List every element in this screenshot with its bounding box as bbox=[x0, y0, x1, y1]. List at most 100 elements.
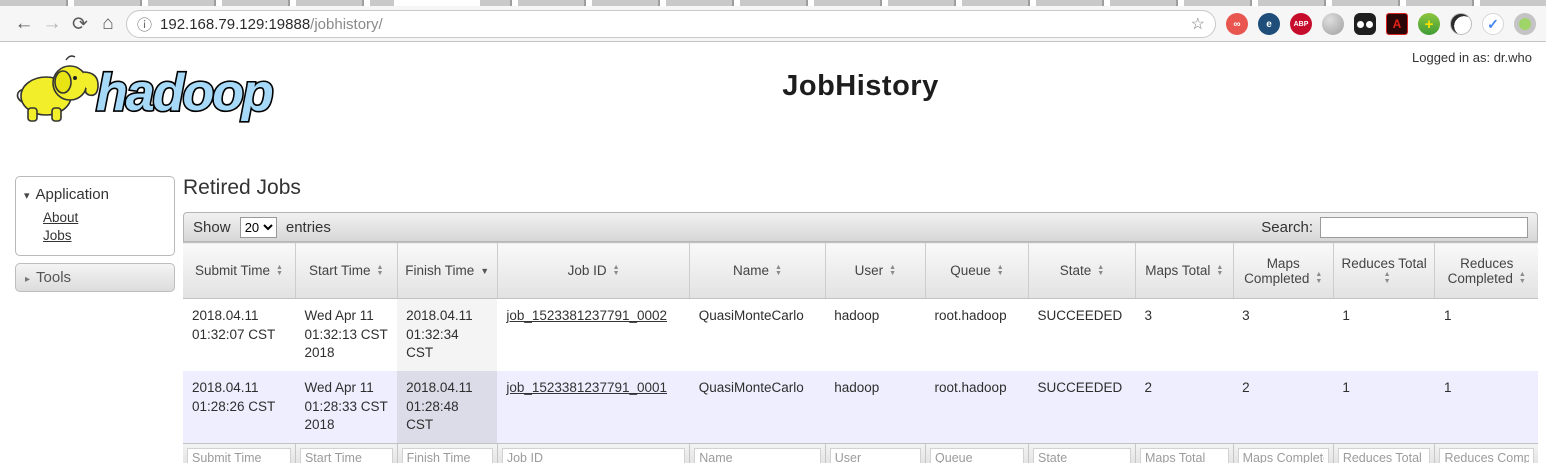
adobe-acrobat-icon[interactable]: A bbox=[1386, 13, 1408, 35]
list-item: Jobs bbox=[43, 227, 174, 245]
sort-desc-icon: ▼ bbox=[480, 267, 489, 276]
info-icon[interactable]: ⓘ bbox=[137, 14, 152, 35]
green-plus-icon[interactable]: + bbox=[1418, 13, 1440, 35]
list-item: About bbox=[43, 209, 174, 227]
gray-sphere-icon[interactable] bbox=[1322, 13, 1344, 35]
column-header-state[interactable]: State▲▼ bbox=[1028, 243, 1135, 299]
profile-avatar-icon[interactable] bbox=[1514, 13, 1536, 35]
page-title: JobHistory bbox=[183, 70, 1538, 103]
panda-icon[interactable] bbox=[1354, 13, 1376, 35]
application-links: About Jobs bbox=[16, 209, 174, 245]
application-section-header[interactable]: ▾ Application bbox=[16, 182, 174, 207]
filter-maps-completed[interactable] bbox=[1238, 448, 1329, 463]
table-header-row: Submit Time▲▼ Start Time▲▼ Finish Time▼ … bbox=[183, 243, 1538, 299]
filter-reduces-total[interactable] bbox=[1338, 448, 1431, 463]
cell-reduces-total: 1 bbox=[1333, 299, 1435, 371]
cell-queue: root.hadoop bbox=[926, 299, 1029, 371]
chevron-down-icon: ▾ bbox=[24, 190, 30, 202]
column-header-submit-time[interactable]: Submit Time▲▼ bbox=[183, 243, 295, 299]
cell-maps-completed: 2 bbox=[1233, 371, 1333, 443]
cell-user: hadoop bbox=[825, 371, 925, 443]
cell-start-time: Wed Apr 11 01:32:13 CST 2018 bbox=[295, 299, 397, 371]
cell-finish-time: 2018.04.11 01:28:48 CST bbox=[397, 371, 497, 443]
sort-both-icon: ▲▼ bbox=[1216, 265, 1223, 278]
cell-job-id: job_1523381237791_0001 bbox=[497, 371, 689, 443]
extension-red-infinity-icon[interactable]: ∞ bbox=[1226, 13, 1248, 35]
sort-both-icon: ▲▼ bbox=[775, 265, 782, 278]
page-header: hadoop Logged in as: dr.who JobHistory bbox=[0, 42, 1546, 134]
filter-state[interactable] bbox=[1033, 448, 1131, 463]
cell-finish-time: 2018.04.11 01:32:34 CST bbox=[397, 299, 497, 371]
filter-reduces-completed[interactable] bbox=[1439, 448, 1534, 463]
column-header-job-id[interactable]: Job ID▲▼ bbox=[497, 243, 689, 299]
back-icon[interactable]: ← bbox=[10, 13, 38, 35]
column-header-maps-completed[interactable]: Maps Completed▲▼ bbox=[1233, 243, 1333, 299]
cell-maps-total: 2 bbox=[1136, 371, 1234, 443]
column-header-reduces-completed[interactable]: Reduces Completed▲▼ bbox=[1435, 243, 1538, 299]
bookmark-star-icon[interactable]: ☆ bbox=[1191, 14, 1205, 34]
datatable-toolbar: Show 20 entries Search: bbox=[183, 212, 1538, 242]
cat-icon[interactable] bbox=[1450, 13, 1472, 35]
url-text: 192.168.79.129:19888/jobhistory/ bbox=[160, 16, 383, 33]
filter-submit-time[interactable] bbox=[187, 448, 291, 463]
section-heading: Retired Jobs bbox=[183, 176, 1538, 200]
search-control: Search: bbox=[1261, 217, 1528, 238]
retired-jobs-table: Submit Time▲▼ Start Time▲▼ Finish Time▼ … bbox=[183, 242, 1538, 463]
filter-name[interactable] bbox=[694, 448, 821, 463]
filter-row bbox=[183, 443, 1538, 463]
column-header-queue[interactable]: Queue▲▼ bbox=[926, 243, 1029, 299]
cell-submit-time: 2018.04.11 01:28:26 CST bbox=[183, 371, 295, 443]
job-link[interactable]: job_1523381237791_0002 bbox=[506, 308, 667, 323]
cell-reduces-total: 1 bbox=[1333, 371, 1435, 443]
adblock-plus-icon[interactable]: ABP bbox=[1290, 13, 1312, 35]
sort-both-icon: ▲▼ bbox=[613, 265, 620, 278]
cell-state: SUCCEEDED bbox=[1028, 299, 1135, 371]
table-row: 2018.04.11 01:32:07 CST Wed Apr 11 01:32… bbox=[183, 299, 1538, 371]
filter-start-time[interactable] bbox=[300, 448, 393, 463]
column-header-maps-total[interactable]: Maps Total▲▼ bbox=[1136, 243, 1234, 299]
search-input[interactable] bbox=[1320, 217, 1528, 238]
sort-both-icon: ▲▼ bbox=[1097, 265, 1104, 278]
filter-finish-time[interactable] bbox=[402, 448, 493, 463]
home-icon[interactable]: ⌂ bbox=[94, 13, 122, 35]
page-length-control: Show 20 entries bbox=[193, 217, 331, 238]
application-section-label: Application bbox=[36, 186, 109, 203]
blue-check-icon[interactable]: ✓ bbox=[1482, 13, 1504, 35]
nav-section-tools[interactable]: ▸ Tools bbox=[15, 263, 175, 292]
filter-queue[interactable] bbox=[930, 448, 1024, 463]
sort-both-icon: ▲▼ bbox=[276, 265, 283, 278]
column-header-name[interactable]: Name▲▼ bbox=[690, 243, 826, 299]
sidebar-nav: ▾ Application About Jobs ▸ Tools bbox=[15, 176, 175, 463]
column-header-user[interactable]: User▲▼ bbox=[825, 243, 925, 299]
cell-reduces-completed: 1 bbox=[1435, 371, 1538, 443]
filter-job-id[interactable] bbox=[502, 448, 685, 463]
column-header-finish-time[interactable]: Finish Time▼ bbox=[397, 243, 497, 299]
sidebar-item-jobs[interactable]: Jobs bbox=[43, 228, 72, 243]
show-label: Show bbox=[193, 219, 231, 236]
refresh-icon[interactable]: ⟳ bbox=[66, 13, 94, 36]
sort-both-icon: ▲▼ bbox=[1384, 272, 1391, 285]
cell-maps-total: 3 bbox=[1136, 299, 1234, 371]
browser-toolbar: ← → ⟳ ⌂ ⓘ 192.168.79.129:19888/jobhistor… bbox=[0, 6, 1546, 42]
tools-section-label: Tools bbox=[36, 269, 71, 286]
extension-blue-e-icon[interactable]: e bbox=[1258, 13, 1280, 35]
sort-both-icon: ▲▼ bbox=[1315, 272, 1322, 285]
filter-user[interactable] bbox=[830, 448, 921, 463]
sort-both-icon: ▲▼ bbox=[377, 265, 384, 278]
cell-state: SUCCEEDED bbox=[1028, 371, 1135, 443]
job-link[interactable]: job_1523381237791_0001 bbox=[506, 380, 667, 395]
address-bar[interactable]: ⓘ 192.168.79.129:19888/jobhistory/ ☆ bbox=[126, 10, 1216, 38]
column-header-start-time[interactable]: Start Time▲▼ bbox=[295, 243, 397, 299]
page-length-select[interactable]: 20 bbox=[240, 217, 277, 238]
forward-icon[interactable]: → bbox=[38, 13, 66, 35]
cell-submit-time: 2018.04.11 01:32:07 CST bbox=[183, 299, 295, 371]
cell-start-time: Wed Apr 11 01:28:33 CST 2018 bbox=[295, 371, 397, 443]
content: ▾ Application About Jobs ▸ Tools Retired J… bbox=[0, 134, 1546, 463]
table-row: 2018.04.11 01:28:26 CST Wed Apr 11 01:28… bbox=[183, 371, 1538, 443]
column-header-reduces-total[interactable]: Reduces Total▲▼ bbox=[1333, 243, 1435, 299]
chevron-right-icon: ▸ bbox=[25, 274, 30, 285]
extension-icons: ∞ e ABP A + ✓ bbox=[1226, 13, 1536, 35]
sidebar-item-about[interactable]: About bbox=[43, 210, 78, 225]
filter-maps-total[interactable] bbox=[1140, 448, 1229, 463]
cell-queue: root.hadoop bbox=[926, 371, 1029, 443]
